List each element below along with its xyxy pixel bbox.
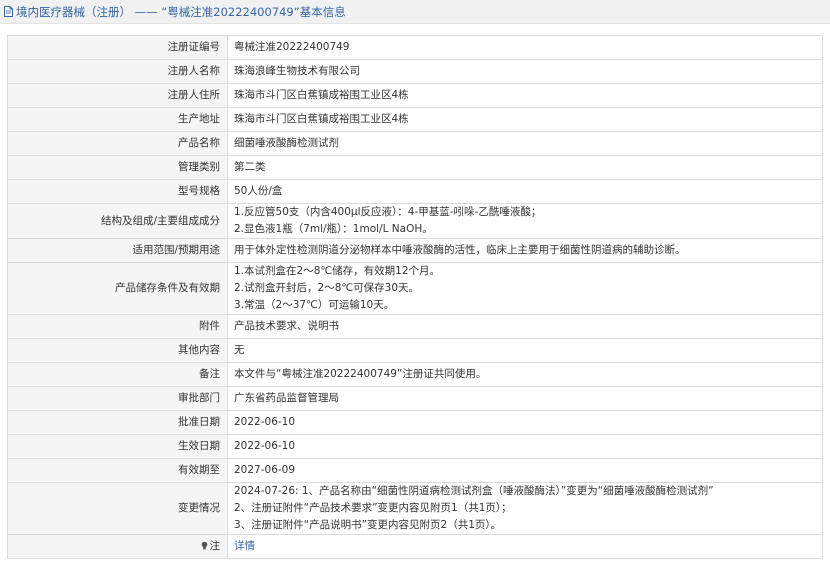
label-product-name: 产品名称 <box>7 131 228 156</box>
value-reg-no: 粤械注准20222400749 <box>227 35 823 60</box>
label-production-address: 生产地址 <box>7 107 228 132</box>
row-expiry-date: 有效期至 2027-06-09 <box>7 458 823 483</box>
row-model: 型号规格 50人份/盒 <box>7 179 823 204</box>
label-attachment: 附件 <box>7 314 228 339</box>
row-category: 管理类别 第二类 <box>7 155 823 180</box>
label-category: 管理类别 <box>7 155 228 180</box>
label-detail: 注 <box>7 534 228 559</box>
row-storage: 产品储存条件及有效期 1.本试剂盒在2～8℃储存，有效期12个月。 2.试剂盒开… <box>7 262 823 315</box>
row-registrant-address: 注册人住所 珠海市斗门区白蕉镇成裕围工业区4栋 <box>7 83 823 108</box>
storage-line: 3.常温（2～37℃）可运输10天。 <box>234 299 395 311</box>
value-scope: 用于体外定性检测阴道分泌物样本中唾液酸酶的活性，临床上主要用于细菌性阴道病的辅助… <box>227 238 823 263</box>
value-expiry-date: 2027-06-09 <box>227 458 823 483</box>
value-model: 50人份/盒 <box>227 179 823 204</box>
row-effective-date: 生效日期 2022-06-10 <box>7 434 823 459</box>
value-other: 无 <box>227 338 823 363</box>
row-approval-date: 批准日期 2022-06-10 <box>7 410 823 435</box>
storage-line: 2.试剂盒开封后，2～8℃可保存30天。 <box>234 282 420 294</box>
row-attachment: 附件 产品技术要求、说明书 <box>7 314 823 339</box>
value-registrant-address: 珠海市斗门区白蕉镇成裕围工业区4栋 <box>227 83 823 108</box>
label-other: 其他内容 <box>7 338 228 363</box>
row-reg-no: 注册证编号 粤械注准20222400749 <box>7 35 823 60</box>
row-approval-dept: 审批部门 广东省药品监督管理局 <box>7 386 823 411</box>
label-registrant-address: 注册人住所 <box>7 83 228 108</box>
label-expiry-date: 有效期至 <box>7 458 228 483</box>
label-structure: 结构及组成/主要组成成分 <box>7 203 228 239</box>
row-scope: 适用范围/预期用途 用于体外定性检测阴道分泌物样本中唾液酸酶的活性，临床上主要用… <box>7 238 823 263</box>
storage-line: 1.本试剂盒在2～8℃储存，有效期12个月。 <box>234 265 441 277</box>
value-detail: 详情 <box>227 534 823 559</box>
row-product-name: 产品名称 细菌唾液酸酶检测试剂 <box>7 131 823 156</box>
value-remark: 本文件与“粤械注准20222400749”注册证共同使用。 <box>227 362 823 387</box>
label-changes: 变更情况 <box>7 482 228 535</box>
row-structure: 结构及组成/主要组成成分 1.反应管50支（内含400μl反应液）：4-甲基蓝-… <box>7 203 823 239</box>
value-production-address: 珠海市斗门区白蕉镇成裕围工业区4栋 <box>227 107 823 132</box>
label-approval-date: 批准日期 <box>7 410 228 435</box>
label-remark: 备注 <box>7 362 228 387</box>
page-title-bar: 境内医疗器械（注册） —— “粤械注准20222400749”基本信息 <box>0 0 830 24</box>
label-effective-date: 生效日期 <box>7 434 228 459</box>
value-attachment: 产品技术要求、说明书 <box>227 314 823 339</box>
structure-line: 2.显色液1瓶（7ml/瓶）：1mol/L NaOH。 <box>234 223 433 235</box>
changes-line: 3、注册证附件“产品说明书”变更内容见附页2（共1页）。 <box>234 519 502 531</box>
label-approval-dept: 审批部门 <box>7 386 228 411</box>
row-remark: 备注 本文件与“粤械注准20222400749”注册证共同使用。 <box>7 362 823 387</box>
value-registrant: 珠海浪峰生物技术有限公司 <box>227 59 823 84</box>
label-scope: 适用范围/预期用途 <box>7 238 228 263</box>
value-structure: 1.反应管50支（内含400μl反应液）：4-甲基蓝-吲哚-乙酰唾液酸； 2.显… <box>227 203 823 239</box>
label-detail-text: 注 <box>209 540 221 552</box>
value-product-name: 细菌唾液酸酶检测试剂 <box>227 131 823 156</box>
label-model: 型号规格 <box>7 179 228 204</box>
document-icon <box>4 6 13 17</box>
lamp-icon <box>200 539 209 550</box>
value-effective-date: 2022-06-10 <box>227 434 823 459</box>
label-reg-no: 注册证编号 <box>7 35 228 60</box>
detail-table: 注册证编号 粤械注准20222400749 注册人名称 珠海浪峰生物技术有限公司… <box>7 35 823 559</box>
row-changes: 变更情况 2024-07-26: 1、产品名称由“细菌性阴道病检测试剂盒（唾液酸… <box>7 482 823 535</box>
label-registrant: 注册人名称 <box>7 59 228 84</box>
detail-link[interactable]: 详情 <box>234 540 255 552</box>
changes-line: 2、注册证附件“产品技术要求”变更内容见附页1（共1页）； <box>234 502 512 514</box>
value-approval-dept: 广东省药品监督管理局 <box>227 386 823 411</box>
label-storage: 产品储存条件及有效期 <box>7 262 228 315</box>
row-production-address: 生产地址 珠海市斗门区白蕉镇成裕围工业区4栋 <box>7 107 823 132</box>
value-storage: 1.本试剂盒在2～8℃储存，有效期12个月。 2.试剂盒开封后，2～8℃可保存3… <box>227 262 823 315</box>
changes-line: 2024-07-26: 1、产品名称由“细菌性阴道病检测试剂盒（唾液酸酶法）”变… <box>234 485 714 497</box>
structure-line: 1.反应管50支（内含400μl反应液）：4-甲基蓝-吲哚-乙酰唾液酸； <box>234 206 542 218</box>
page-title: 境内医疗器械（注册） —— “粤械注准20222400749”基本信息 <box>16 4 346 19</box>
row-detail: 注 详情 <box>7 534 823 559</box>
value-changes: 2024-07-26: 1、产品名称由“细菌性阴道病检测试剂盒（唾液酸酶法）”变… <box>227 482 823 535</box>
value-category: 第二类 <box>227 155 823 180</box>
value-approval-date: 2022-06-10 <box>227 410 823 435</box>
row-other: 其他内容 无 <box>7 338 823 363</box>
row-registrant: 注册人名称 珠海浪峰生物技术有限公司 <box>7 59 823 84</box>
